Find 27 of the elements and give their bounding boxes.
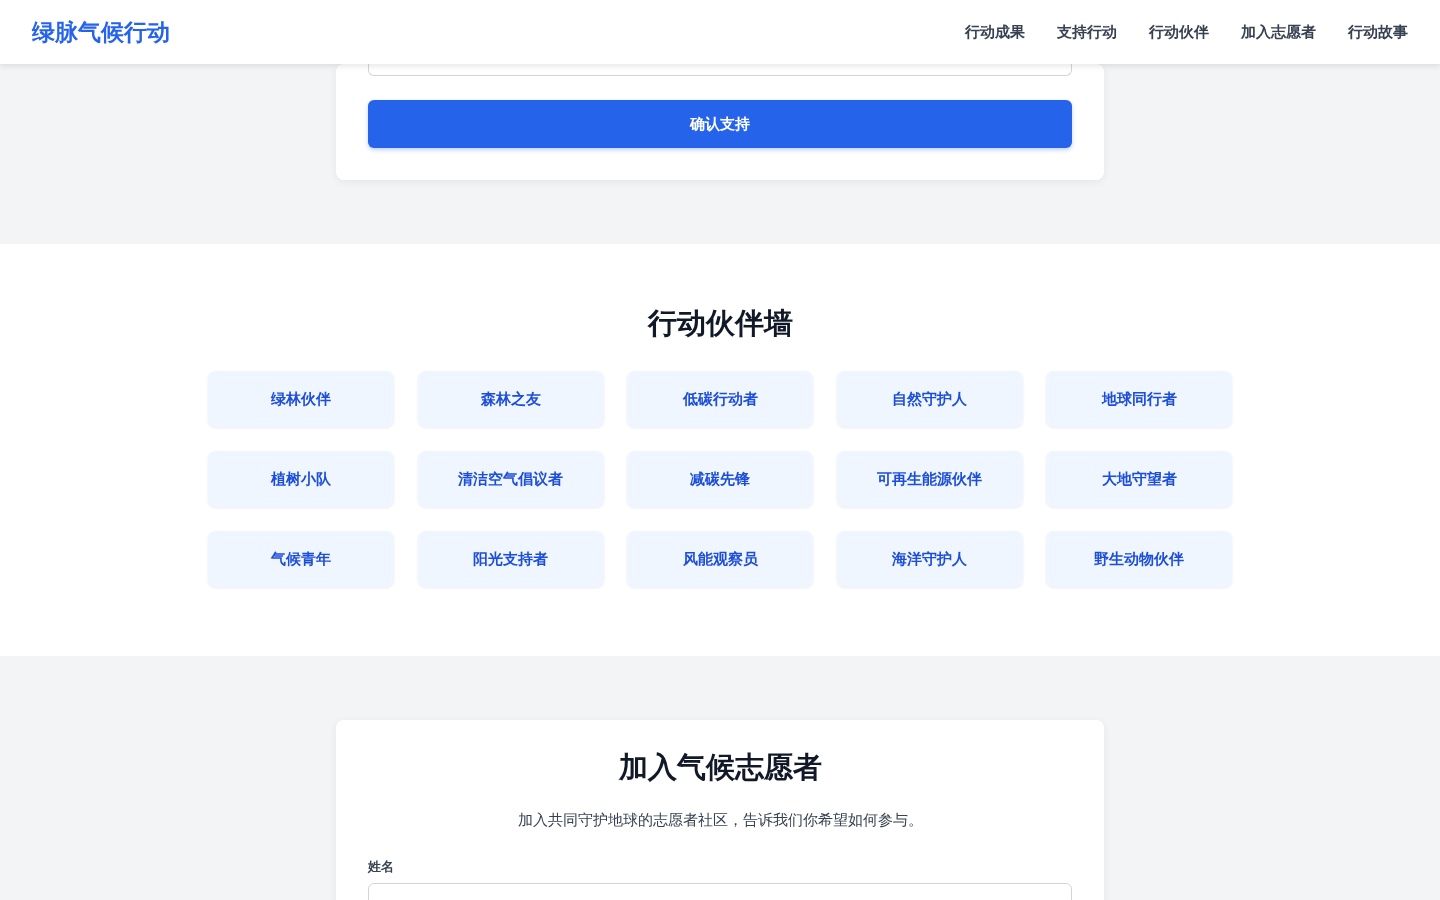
partner-tag: 清洁空气倡议者 [417,450,604,507]
partner-tag: 海洋守护人 [836,530,1023,587]
nav-link[interactable]: 行动故事 [1348,20,1408,44]
partner-tag: 绿林伙伴 [208,370,394,427]
partner-tag: 低碳行动者 [627,370,813,427]
section-description: 加入共同守护地球的志愿者社区，告诉我们你希望如何参与。 [516,809,924,831]
partner-tag: 减碳先锋 [627,450,813,507]
partner-tag: 大地守望者 [1046,450,1232,507]
partner-tag: 植树小队 [208,450,394,507]
partner-tag: 地球同行者 [1046,370,1232,427]
brand-logo[interactable]: 绿脉气候行动 [32,14,170,50]
partner-tag: 野生动物伙伴 [1046,530,1232,587]
section-title: 加入气候志愿者 [617,750,823,785]
partner-tag: 森林之友 [417,370,604,427]
input-field[interactable] [368,64,1072,76]
partner-tag: 可再生能源伙伴 [836,450,1023,507]
nav-link[interactable]: 加入志愿者 [1241,20,1316,44]
partner-tag: 阳光支持者 [417,530,604,587]
nav-link[interactable]: 支持行动 [1057,20,1117,44]
partner-tag: 气候青年 [208,530,394,587]
section-title: 行动伙伴墙 [646,306,794,341]
nav-link[interactable]: 行动伙伴 [1149,20,1209,44]
field-label: 姓名 [368,858,395,877]
partner-tag: 自然守护人 [836,370,1023,427]
confirm-button[interactable]: 确认支持 [368,100,1072,148]
partner-tag: 风能观察员 [627,530,813,587]
nav-link[interactable]: 行动成果 [965,20,1025,44]
